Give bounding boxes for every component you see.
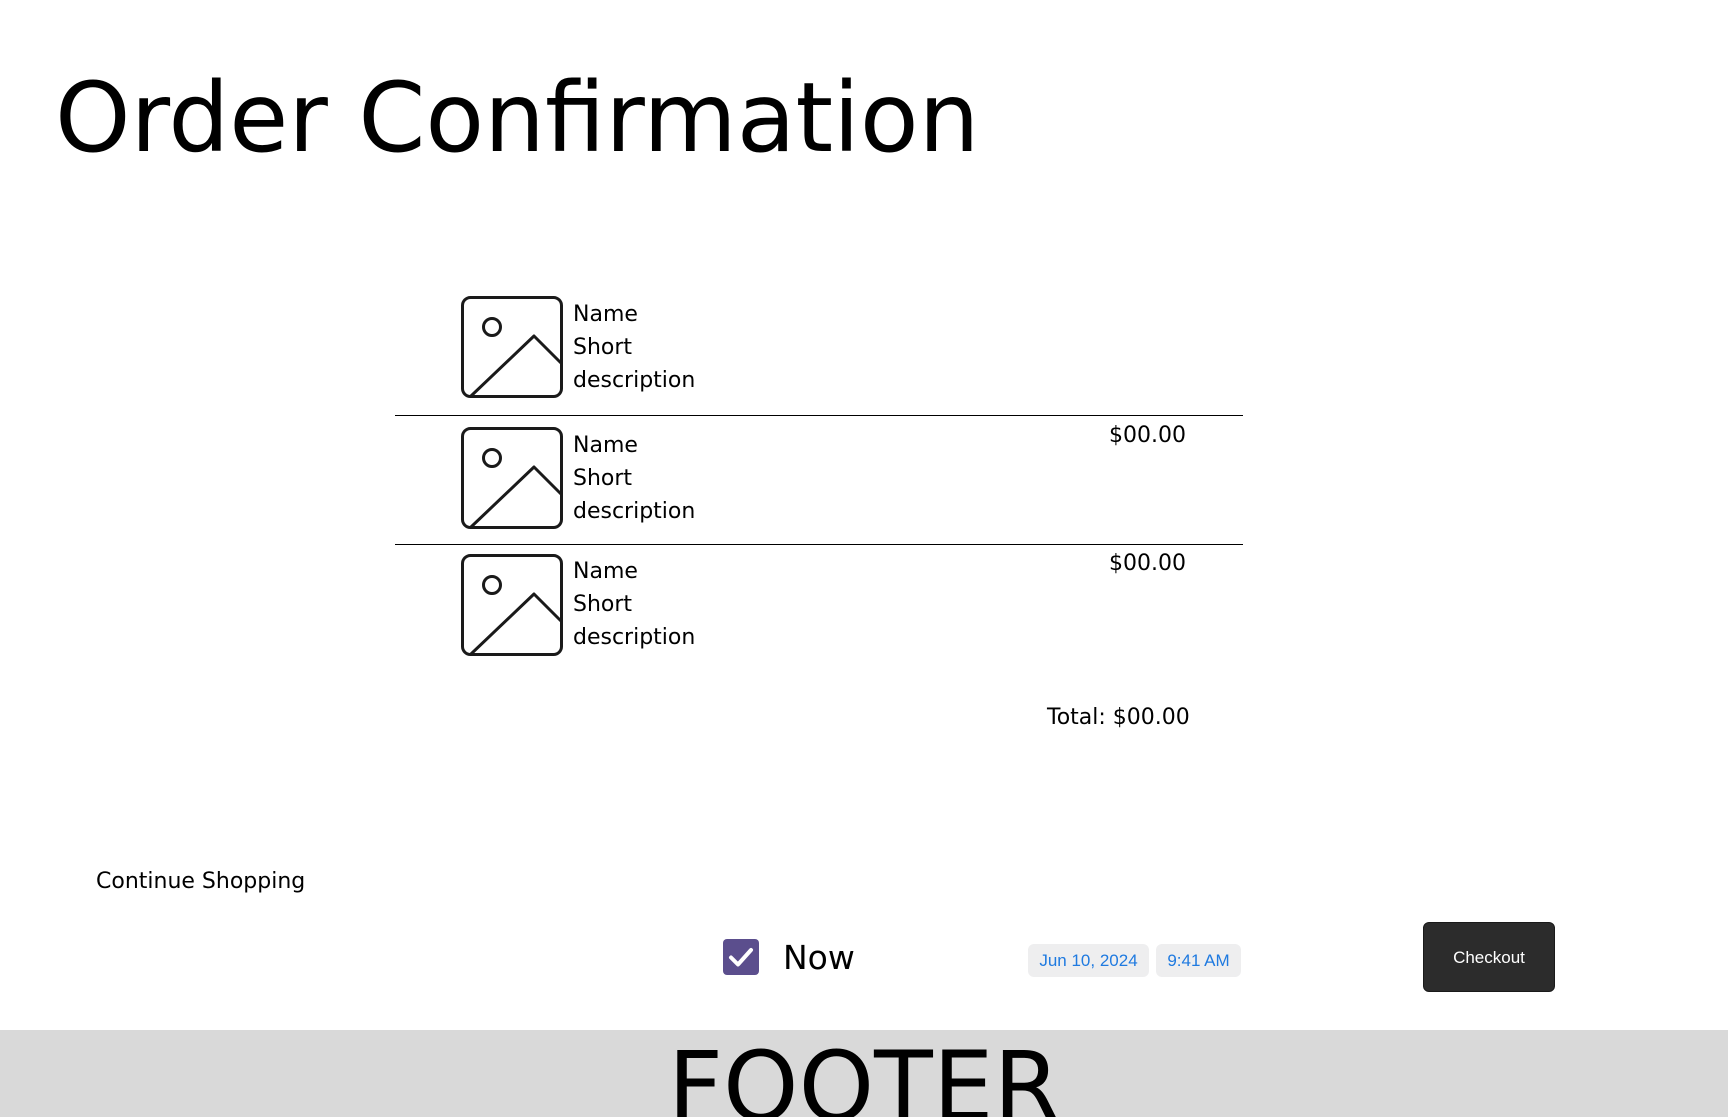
item-name: Name — [573, 559, 638, 584]
item-description: description — [573, 499, 696, 524]
date-picker[interactable]: Jun 10, 2024 — [1028, 944, 1149, 977]
item-description: Short — [573, 592, 633, 617]
now-label: Now — [783, 938, 855, 977]
image-placeholder-icon — [461, 554, 563, 656]
continue-shopping-link[interactable]: Continue Shopping — [96, 866, 305, 898]
item-price: $00.00 — [1109, 423, 1186, 448]
now-checkbox[interactable] — [723, 939, 759, 975]
image-placeholder-icon — [461, 296, 563, 398]
footer: FOOTER — [0, 1030, 1728, 1117]
order-item: Name Short description — [395, 285, 1243, 415]
order-item-list: Name Short description Name Short descri… — [395, 285, 1243, 673]
order-item: Name Short description $00.00 — [395, 544, 1243, 673]
item-name: Name — [573, 302, 638, 327]
item-price: $00.00 — [1109, 551, 1186, 576]
item-details: Name Short description — [573, 555, 695, 654]
order-item: Name Short description $00.00 — [395, 415, 1243, 544]
order-total: Total: $00.00 — [1047, 705, 1190, 730]
item-description: description — [573, 625, 696, 650]
item-description: Short — [573, 466, 633, 491]
item-description: description — [573, 368, 696, 393]
checkout-button[interactable]: Checkout — [1423, 922, 1555, 992]
item-details: Name Short description — [573, 298, 695, 397]
item-details: Name Short description — [573, 429, 695, 528]
time-picker[interactable]: 9:41 AM — [1156, 944, 1241, 977]
item-name: Name — [573, 433, 638, 458]
image-placeholder-icon — [461, 427, 563, 529]
checkmark-icon — [729, 948, 753, 967]
item-description: Short — [573, 335, 633, 360]
page-title: Order Confirmation — [55, 62, 980, 174]
footer-text: FOOTER — [667, 1031, 1061, 1117]
